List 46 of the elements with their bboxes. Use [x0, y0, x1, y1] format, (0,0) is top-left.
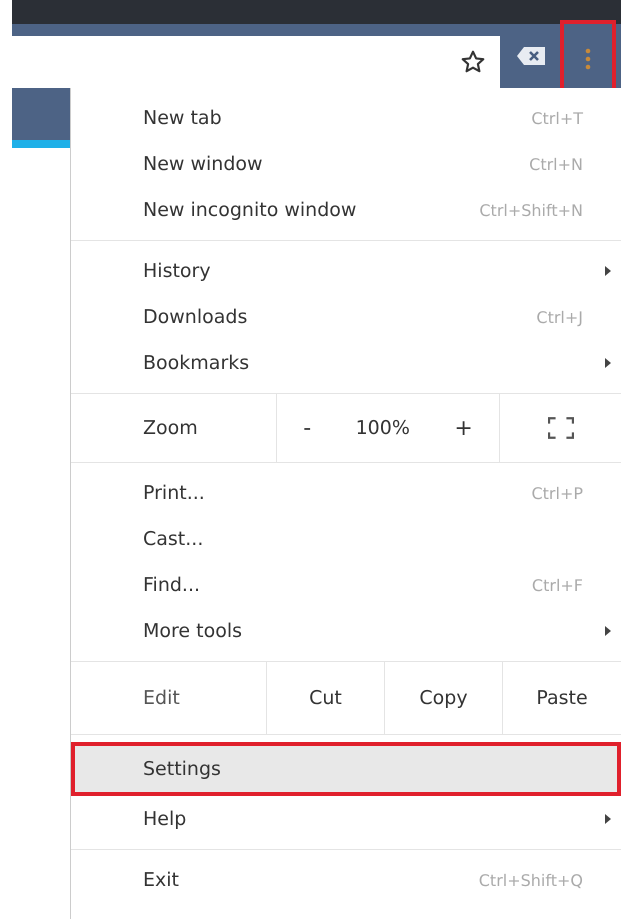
- shortcut-text: Ctrl+T: [531, 108, 583, 128]
- menu-item[interactable]: New incognito window Ctrl+Shift+N: [71, 187, 621, 233]
- menu-item-label: Bookmarks: [143, 352, 250, 374]
- menu-item-label: Settings: [143, 758, 222, 780]
- menu-item-label: Help: [143, 808, 188, 830]
- menu-item-label: Print...: [143, 482, 206, 504]
- submenu-arrow-icon: [605, 814, 611, 824]
- zoom-in-button[interactable]: +: [446, 412, 481, 444]
- submenu-arrow-icon: [605, 358, 611, 368]
- shortcut-text: Ctrl+N: [529, 154, 583, 174]
- menu-item-label: Downloads: [143, 306, 248, 328]
- menu-item-label: Cast...: [143, 528, 204, 550]
- menu-item[interactable]: New tab Ctrl+T: [71, 95, 621, 141]
- shortcut-text: Ctrl+Shift+N: [479, 200, 583, 220]
- star-icon[interactable]: [460, 49, 486, 75]
- menu-item[interactable]: History: [71, 248, 621, 294]
- fullscreen-icon: [548, 417, 574, 439]
- shortcut-text: Ctrl+P: [531, 484, 583, 502]
- menu-item-label: History: [143, 260, 212, 282]
- menu-item[interactable]: Help: [71, 796, 621, 842]
- menu-item[interactable]: Settings: [71, 742, 621, 796]
- shortcut-text: Ctrl+Shift+Q: [478, 870, 583, 890]
- menu-item[interactable]: New window Ctrl+N: [71, 141, 621, 187]
- menu-item-label: New window: [143, 153, 264, 175]
- page-header: [12, 88, 70, 140]
- shortcut-text: Ctrl+F: [532, 576, 583, 594]
- menu-item[interactable]: Exit Ctrl+Shift+Q: [71, 857, 621, 903]
- menu-item[interactable]: More tools: [71, 608, 621, 654]
- submenu-arrow-icon: [605, 266, 611, 276]
- zoom-out-button[interactable]: -: [295, 412, 320, 444]
- menu-item[interactable]: Find... Ctrl+F: [71, 562, 621, 608]
- edit-action-button[interactable]: Paste: [503, 662, 621, 734]
- menu-item[interactable]: Print... Ctrl+P: [71, 470, 621, 516]
- menu-item-label: New tab: [143, 107, 223, 129]
- more-vertical-icon: [585, 48, 591, 70]
- submenu-arrow-icon: [605, 626, 611, 636]
- zoom-value: 100%: [356, 417, 410, 439]
- menu-item[interactable]: Bookmarks: [71, 340, 621, 386]
- menu-item-label: New incognito window: [143, 199, 358, 221]
- menu-item[interactable]: Downloads Ctrl+J: [71, 294, 621, 340]
- menu-item-label: Exit: [143, 869, 180, 891]
- menu-item-label: Find...: [143, 574, 202, 596]
- shortcut-text: Ctrl+J: [536, 308, 583, 326]
- menu-item[interactable]: Cast...: [71, 516, 621, 562]
- backspace-icon[interactable]: [516, 46, 546, 66]
- menu-item-label: More tools: [143, 620, 244, 642]
